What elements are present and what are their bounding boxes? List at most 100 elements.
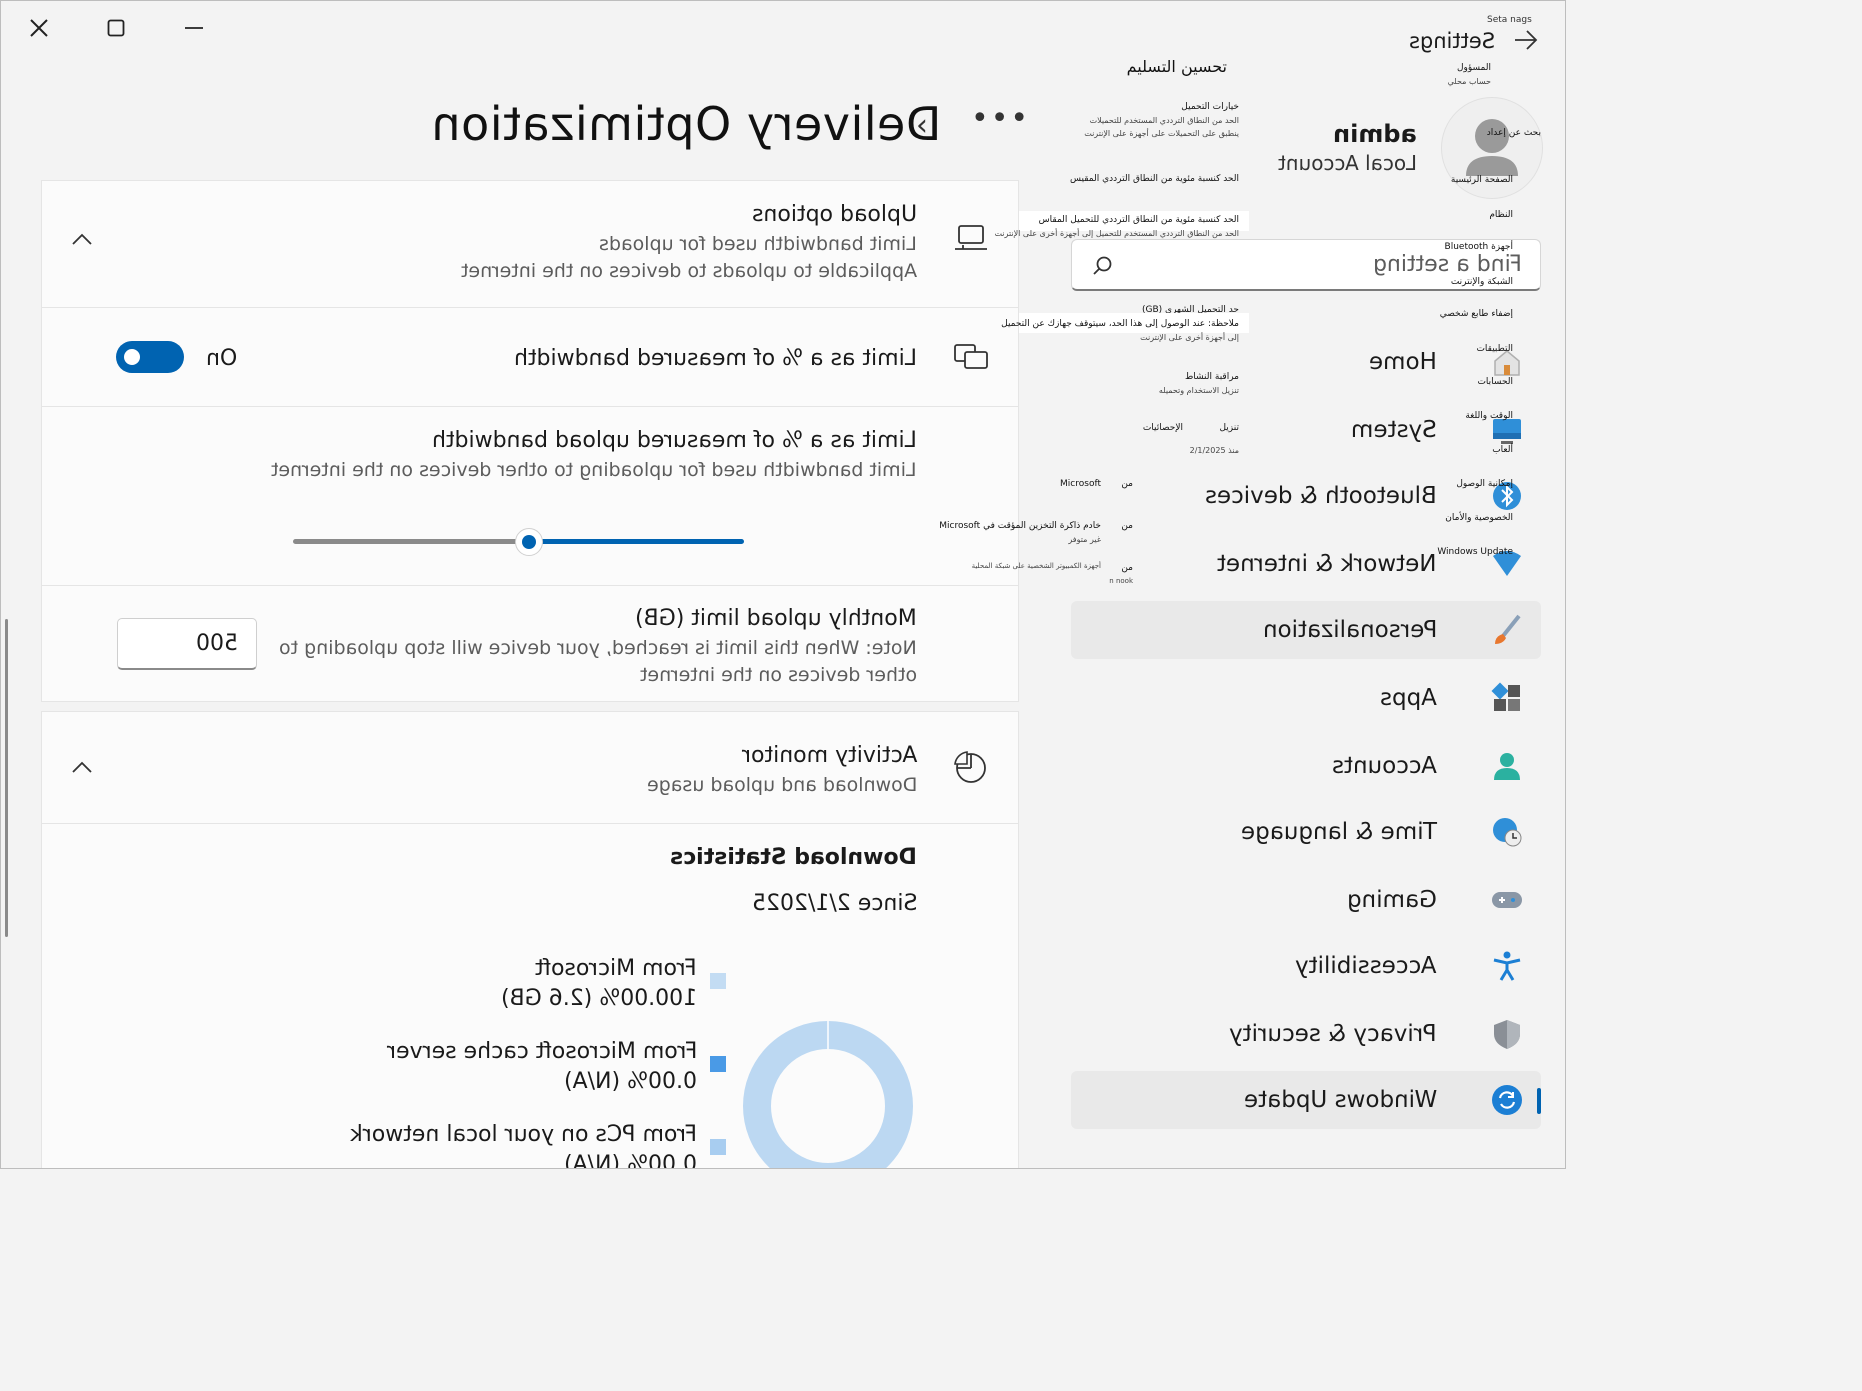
limit-upload-subtitle: Limit bandwidth used for uploading to ot…: [271, 459, 917, 481]
minimize-icon: [185, 27, 203, 29]
toggle-state-label: On: [206, 346, 238, 371]
settings-small-caption: Seta nags: [1487, 15, 1532, 25]
pie-chart-icon: [953, 749, 989, 789]
arabic-label: حساب محلي: [1447, 77, 1491, 86]
sidebar-item-gaming[interactable]: Gaming: [1071, 871, 1541, 929]
settings-app-title: Settings: [1409, 29, 1496, 53]
apps-icon: [1491, 682, 1523, 714]
sidebar-item-label: Personalization: [1262, 617, 1437, 643]
arabic-label: الصفحة الرئيسية: [1450, 175, 1513, 185]
arabic-label: الحسابات: [1477, 377, 1513, 387]
arabic-label: من: [1121, 521, 1133, 531]
arabic-label: تنزيل: [1219, 423, 1239, 433]
accounts-icon: [1491, 750, 1523, 782]
arabic-label: بحث عن إعداد: [1486, 128, 1541, 138]
arabic-label: أجهزة الكمبيوتر الشخصية على شبكة المحلية: [971, 562, 1101, 570]
activity-monitor-subtitle: Download and upload usage: [646, 774, 917, 796]
upload-options-title: Upload options: [751, 202, 917, 227]
sidebar-item-label: Accessibility: [1295, 953, 1437, 979]
arabic-label: تنزيل الاستخدام وتحميله: [1158, 386, 1239, 395]
slider-track[interactable]: [293, 539, 529, 544]
back-button[interactable]: [1513, 29, 1539, 55]
close-button[interactable]: [19, 13, 59, 43]
legend-swatch-microsoft: [710, 973, 726, 989]
sidebar-item-accessibility[interactable]: Accessibility: [1071, 937, 1541, 995]
update-icon: [1491, 1084, 1523, 1116]
download-stats-heading: Download Statistics: [670, 845, 917, 870]
limit-measured-title: Limit as a % of measured bandwidth: [514, 346, 917, 371]
collapse-upload-options-button[interactable]: [71, 227, 93, 252]
accessibility-icon: [1491, 950, 1523, 982]
arabic-label: الشبكة والإنترنت: [1450, 277, 1513, 287]
more-options-button[interactable]: •••: [971, 101, 1030, 136]
arabic-label: الحد كنسبة مئوية من النطاق الترددي المقي…: [1070, 174, 1239, 184]
sidebar-item-label: Time & language: [1241, 819, 1437, 845]
arabic-label: التطبيقات: [1476, 344, 1513, 354]
arabic-label: إضفاء طابع شخصي: [1439, 309, 1513, 319]
upload-options-subtitle-1: Limit bandwidth used for uploads: [599, 233, 917, 255]
stat-value-cache-server: 0.00% (N/A): [564, 1069, 697, 1094]
minimize-button[interactable]: [174, 13, 214, 43]
sidebar-item-label: System: [1351, 417, 1437, 443]
sidebar-item-label: Gaming: [1347, 887, 1437, 913]
download-donut-chart: [743, 1021, 913, 1168]
sidebar-item-time-language[interactable]: Time & language: [1071, 803, 1541, 861]
content-scrollbar[interactable]: [5, 619, 8, 937]
arabic-label: المسؤول: [1456, 63, 1491, 73]
arabic-label: من: [1121, 479, 1133, 489]
divider: [41, 307, 1019, 308]
arabic-heading: تحسين التسليم: [1126, 57, 1227, 76]
stat-label-microsoft: From Microsoft: [535, 956, 697, 981]
monthly-limit-note-2: other devices on the internet: [639, 664, 917, 686]
slider-thumb[interactable]: [515, 528, 543, 556]
monthly-limit-input[interactable]: 500: [117, 618, 257, 670]
stat-label-local-network: From PCs on your local network: [349, 1122, 697, 1147]
arabic-label: النظام: [1489, 210, 1513, 220]
arrow-right-icon: [1515, 30, 1538, 50]
arabic-label: ينطبق على التحميلات على أجهزة على الإنتر…: [1084, 129, 1239, 138]
sidebar-item-system[interactable]: System: [1071, 401, 1541, 459]
sidebar-item-label: Accounts: [1332, 753, 1437, 779]
activity-monitor-title: Activity monitor: [741, 743, 917, 768]
arabic-label: خيارات التحميل: [1181, 102, 1239, 112]
divider: [41, 406, 1019, 407]
sidebar-item-label: Apps: [1380, 685, 1437, 711]
monthly-limit-title: Monthly upload limit (GB): [635, 606, 917, 631]
more-icon: •••: [971, 101, 1031, 136]
slider-fill[interactable]: [529, 539, 744, 544]
chevron-up-icon: [72, 761, 92, 773]
divider: [41, 585, 1019, 586]
sidebar-item-windows-update[interactable]: Windows Update: [1071, 1071, 1541, 1129]
selection-indicator: [1537, 1088, 1541, 1114]
sidebar-item-personalization[interactable]: Personalization: [1071, 601, 1541, 659]
stat-value-microsoft: 100.00% (2.6 GB): [500, 986, 697, 1011]
arabic-label: إمكانية الوصول: [1456, 479, 1513, 489]
arabic-label: خادم ذاكرة التخزين المؤقت في Microsoft: [939, 521, 1101, 531]
collapse-activity-button[interactable]: [71, 755, 93, 780]
arabic-label: ألعاب: [1492, 445, 1513, 455]
sidebar-item-network[interactable]: Network & internet: [1071, 535, 1541, 593]
user-account-type: Local Account: [1278, 151, 1417, 175]
legend-swatch-cache-server: [710, 1056, 726, 1072]
arabic-label: الحد كنسبة مئوية من النطاق الترددي للتحم…: [1038, 215, 1239, 225]
arabic-label: إلى أجهزة أخرى على الإنترنت: [1140, 333, 1239, 342]
sidebar-item-accounts[interactable]: Accounts: [1071, 737, 1541, 795]
download-stats-since: Since 2/1/2025: [751, 891, 917, 916]
user-name: admin: [1333, 120, 1417, 148]
arabic-label: مراقبة النشاط: [1184, 372, 1239, 382]
arabic-label: منذ 2/1/2025: [1189, 446, 1239, 455]
arabic-label: الوقت واللغة: [1465, 411, 1513, 421]
search-icon: [1093, 256, 1112, 275]
arabic-label: Windows Update: [1437, 547, 1513, 557]
sidebar-item-privacy[interactable]: Privacy & security: [1071, 1005, 1541, 1063]
arabic-label: Microsoft: [1060, 479, 1101, 489]
sidebar-item-label: Home: [1369, 349, 1437, 375]
stat-value-local-network: 0.00% (N/A): [564, 1152, 697, 1169]
upload-icon: [953, 223, 989, 259]
divider: [41, 823, 1019, 824]
limit-measured-toggle[interactable]: [116, 341, 184, 373]
maximize-button[interactable]: [96, 13, 136, 43]
maximize-icon: [107, 19, 125, 37]
sidebar-item-apps[interactable]: Apps: [1071, 669, 1541, 727]
gamepad-icon: [1491, 884, 1523, 916]
